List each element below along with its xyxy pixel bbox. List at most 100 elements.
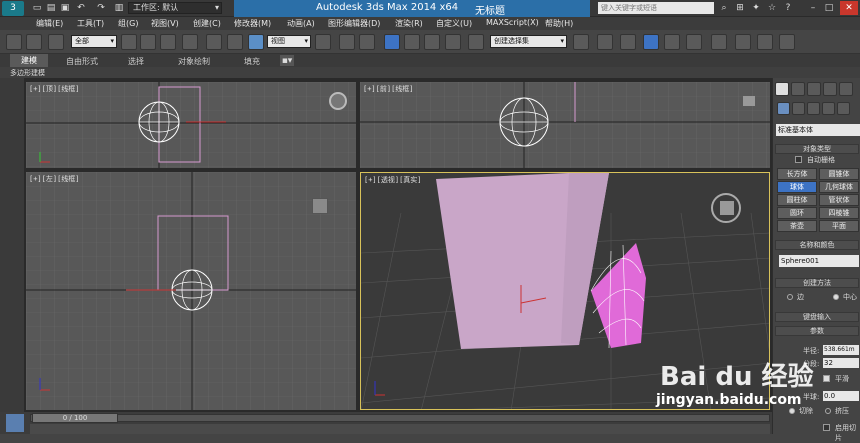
viewport-top[interactable]: [+][顶][线框] [26, 82, 356, 168]
spinner-snap-icon[interactable] [445, 34, 461, 50]
lights-icon[interactable] [807, 102, 820, 115]
undo-icon[interactable]: ↶ [75, 2, 87, 14]
layer-manager-icon[interactable] [620, 34, 636, 50]
mirror-icon[interactable] [573, 34, 589, 50]
angle-snap-icon[interactable] [404, 34, 420, 50]
creation-method-header[interactable]: 创建方法 [775, 278, 859, 288]
shapes-icon[interactable] [792, 102, 805, 115]
bind-spacewarp-icon[interactable] [48, 34, 64, 50]
menu-animation[interactable]: 动画(A) [287, 18, 315, 29]
modify-tab-icon[interactable] [791, 82, 805, 96]
select-manipulate-icon[interactable] [339, 34, 355, 50]
percent-snap-icon[interactable] [424, 34, 440, 50]
viewport-label-top[interactable]: [+][顶][线框] [29, 84, 80, 94]
box-button[interactable]: 长方体 [777, 168, 817, 180]
menu-views[interactable]: 视图(V) [151, 18, 179, 29]
keyboard-entry-header[interactable]: 键盘输入 [775, 312, 859, 322]
edit-named-selection-icon[interactable] [468, 34, 484, 50]
display-tab-icon[interactable] [839, 82, 853, 96]
select-object-icon[interactable] [121, 34, 137, 50]
viewport-left[interactable]: [+][左][线框] [26, 172, 356, 410]
ribbon-options-icon[interactable]: ▪▾ [280, 55, 294, 66]
smooth-checkbox[interactable] [823, 375, 830, 382]
reference-coord-dropdown[interactable]: 视图 ▾ [267, 35, 311, 48]
viewcube-front-icon[interactable] [743, 96, 755, 106]
parameters-header[interactable]: 参数 [775, 326, 859, 336]
search-icon[interactable]: ⌕ [718, 2, 730, 14]
menu-graph-editors[interactable]: 图形编辑器(D) [328, 18, 380, 29]
teapot-button[interactable]: 茶壶 [777, 220, 817, 232]
segments-input[interactable]: 32 [823, 358, 859, 368]
viewcube-left-icon[interactable] [312, 198, 328, 214]
chop-radio[interactable] [789, 408, 795, 414]
save-icon[interactable]: ▣ [59, 2, 71, 14]
render-setup-icon[interactable] [735, 34, 751, 50]
menu-help[interactable]: 帮助(H) [545, 18, 573, 29]
cone-button[interactable]: 圆锥体 [819, 168, 859, 180]
viewcube-perspective-icon[interactable] [711, 193, 741, 223]
menu-customize[interactable]: 自定义(U) [436, 18, 472, 29]
cylinder-button[interactable]: 圆柱体 [777, 194, 817, 206]
selection-filter-dropdown[interactable]: 全部 ▾ [71, 35, 117, 48]
search-input[interactable]: 键入关键字或短语 [598, 2, 714, 14]
hemisphere-input[interactable]: 0.0 [823, 391, 859, 401]
name-color-header[interactable]: 名称和颜色 [775, 240, 859, 250]
slice-checkbox[interactable] [823, 424, 830, 431]
scale-icon[interactable] [248, 34, 264, 50]
viewport-label-left[interactable]: [+][左][线框] [29, 174, 80, 184]
time-slider[interactable]: 0 / 100 [32, 413, 118, 423]
object-name-field[interactable]: Sphere001 [779, 255, 859, 267]
sphere-button[interactable]: 球体 [777, 181, 817, 193]
graphite-toggle-icon[interactable] [643, 34, 659, 50]
ribbon-tab-selection[interactable]: 选择 [128, 56, 144, 67]
help-icon[interactable]: ? [782, 2, 794, 14]
app-logo-icon[interactable]: 3 [2, 1, 24, 16]
maxscript-listener-icon[interactable] [6, 414, 24, 432]
motion-tab-icon[interactable] [823, 82, 837, 96]
menu-modifiers[interactable]: 修改器(M) [234, 18, 271, 29]
plane-button[interactable]: 平面 [819, 220, 859, 232]
schematic-view-icon[interactable] [686, 34, 702, 50]
render-production-icon[interactable] [779, 34, 795, 50]
align-icon[interactable] [597, 34, 613, 50]
hierarchy-tab-icon[interactable] [807, 82, 821, 96]
category-dropdown[interactable]: 标准基本体 [776, 124, 860, 136]
close-icon[interactable]: ✕ [840, 1, 858, 15]
menu-rendering[interactable]: 渲染(R) [395, 18, 423, 29]
radius-input[interactable]: 538.661m [823, 345, 859, 355]
menu-create[interactable]: 创建(C) [193, 18, 221, 29]
rect-selection-icon[interactable] [160, 34, 176, 50]
creation-center-radio[interactable] [833, 294, 839, 300]
squash-radio[interactable] [825, 408, 831, 414]
ribbon-tab-object-paint[interactable]: 对象绘制 [178, 56, 210, 67]
viewport-front[interactable]: [+][前][线框] [360, 82, 770, 168]
move-icon[interactable] [206, 34, 222, 50]
geometry-icon[interactable] [777, 102, 790, 115]
communication-icon[interactable]: ✦ [750, 2, 762, 14]
autogrid-checkbox[interactable] [795, 156, 802, 163]
ribbon-tab-modeling[interactable]: 建模 [10, 54, 48, 67]
redo-icon[interactable]: ↷ [95, 2, 107, 14]
select-by-name-icon[interactable] [140, 34, 156, 50]
minimize-icon[interactable]: – [806, 2, 820, 14]
menu-tools[interactable]: 工具(T) [77, 18, 104, 29]
viewport-label-perspective[interactable]: [+][透视][真实] [364, 175, 422, 185]
rendered-frame-icon[interactable] [757, 34, 773, 50]
window-crossing-icon[interactable] [182, 34, 198, 50]
snaps-toggle-icon[interactable] [384, 34, 400, 50]
new-file-icon[interactable]: ▭ [31, 2, 43, 14]
curve-editor-icon[interactable] [664, 34, 680, 50]
ribbon-subtab-polymodeling[interactable]: 多边形建模 [10, 68, 45, 78]
rotate-icon[interactable] [227, 34, 243, 50]
menu-edit[interactable]: 编辑(E) [36, 18, 63, 29]
object-type-header[interactable]: 对象类型 [775, 144, 859, 154]
pivot-center-icon[interactable] [315, 34, 331, 50]
unlink-icon[interactable] [26, 34, 42, 50]
ribbon-tab-populate[interactable]: 填充 [244, 56, 260, 67]
viewcube-top-icon[interactable] [329, 92, 347, 110]
subscription-icon[interactable]: ⊞ [734, 2, 746, 14]
ribbon-tab-freeform[interactable]: 自由形式 [66, 56, 98, 67]
material-editor-icon[interactable] [711, 34, 727, 50]
link-icon[interactable] [6, 34, 22, 50]
favorites-icon[interactable]: ☆ [766, 2, 778, 14]
